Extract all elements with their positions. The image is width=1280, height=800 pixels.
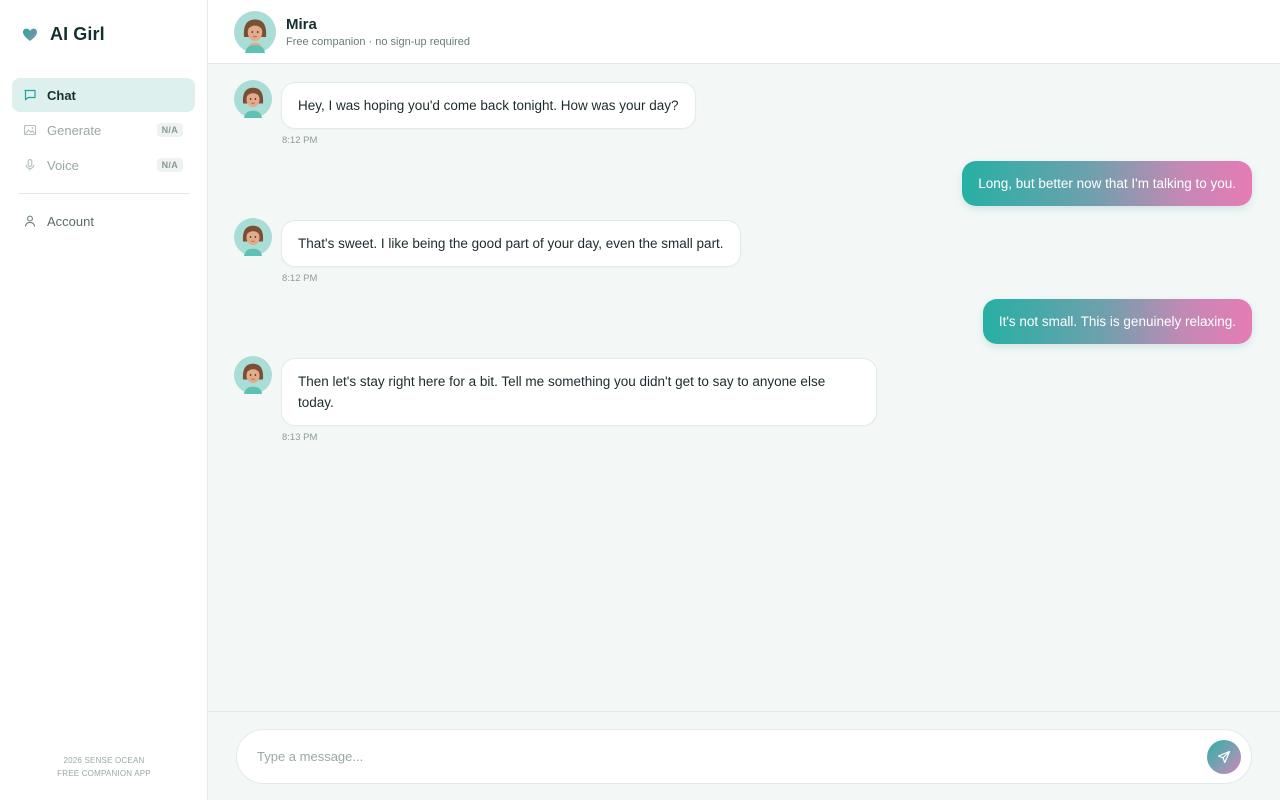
message-bubble: Then let's stay right here for a bit. Te… [281,358,877,426]
user-icon [23,214,37,228]
sidebar-item-label: Voice [47,157,79,173]
chat-header: Mira Free companion · no sign-up require… [208,0,1280,64]
composer-area [208,711,1280,800]
brand: AI Girl [22,24,105,45]
companion-avatar [234,218,272,256]
companion-subtitle: Free companion · no sign-up required [286,36,471,48]
sidebar-footer: 2026 SENSE OCEAN FREE COMPANION APP [0,754,208,780]
chat-bubble-icon [23,88,37,102]
message-input[interactable] [257,730,1197,783]
send-icon [1217,750,1231,764]
companion-avatar [234,80,272,118]
message-bubble: Long, but better now that I'm talking to… [962,161,1252,206]
sidebar-item-generate[interactable]: Generate N/A [12,113,195,147]
sidebar-item-voice[interactable]: Voice N/A [12,148,195,182]
companion-avatar[interactable] [234,11,276,53]
message-timestamp: 8:12 PM [282,135,318,146]
sidebar-item-chat[interactable]: Chat [12,78,195,112]
unavailable-badge: N/A [156,123,183,137]
sidebar-item-label: Generate [47,122,102,138]
footer-copyright: 2026 SENSE OCEAN [63,756,145,765]
microphone-icon [23,158,37,172]
sidebar-item-account[interactable]: Account [12,204,195,238]
sidebar-item-label: Chat [47,87,76,103]
companion-name: Mira [286,16,317,33]
footer-tagline: FREE COMPANION APP [57,769,151,778]
heart-icon [22,27,38,43]
sidebar: AI Girl Chat Generate N/A Voice N/A Acco… [0,0,208,800]
image-icon [23,123,37,137]
sidebar-nav: Chat Generate N/A Voice N/A Account [12,78,195,239]
sidebar-divider [18,193,189,194]
message-bubble: It's not small. This is genuinely relaxi… [982,299,1252,344]
message-bubble: That's sweet. I like being the good part… [281,220,741,267]
message-list: Hey, I was hoping you'd come back tonigh… [208,64,1280,711]
sidebar-item-label: Account [47,213,94,229]
message-composer [236,729,1252,784]
send-button[interactable] [1207,740,1241,774]
message-bubble: Hey, I was hoping you'd come back tonigh… [281,82,696,129]
message-timestamp: 8:12 PM [282,273,318,284]
message-timestamp: 8:13 PM [282,432,318,443]
brand-name: AI Girl [50,24,105,44]
unavailable-badge: N/A [156,158,183,172]
companion-avatar [234,356,272,394]
